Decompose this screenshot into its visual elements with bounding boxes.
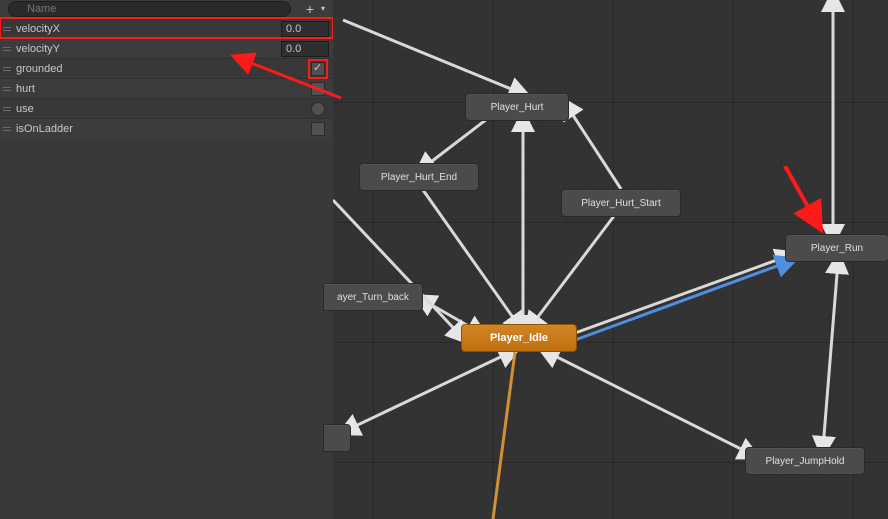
state-node-Player_Idle[interactable]: Player_Idle: [461, 324, 577, 352]
state-node-Player_JumpHold[interactable]: Player_JumpHold: [745, 447, 865, 475]
parameter-search-input[interactable]: [8, 1, 291, 17]
param-label[interactable]: hurt: [12, 83, 285, 95]
param-label[interactable]: isOnLadder: [12, 123, 285, 135]
state-node-unnamed_bottom[interactable]: [323, 424, 351, 452]
param-row-grounded[interactable]: grounded: [0, 58, 333, 78]
param-checkbox[interactable]: [311, 122, 325, 136]
state-node-label: Player_Hurt_Start: [581, 198, 660, 209]
state-node-label: Player_Hurt_End: [381, 172, 457, 183]
param-row-use[interactable]: use: [0, 98, 333, 118]
drag-handle-icon[interactable]: [0, 99, 12, 118]
drag-handle-icon[interactable]: [0, 119, 12, 138]
param-checkbox[interactable]: [311, 62, 325, 76]
state-node-label: Player_Run: [811, 243, 863, 254]
param-row-velocityY[interactable]: velocityY: [0, 38, 333, 58]
param-checkbox[interactable]: [311, 82, 325, 96]
add-parameter-button[interactable]: +: [299, 1, 321, 17]
param-float-input[interactable]: [281, 41, 329, 57]
param-row-isOnLadder[interactable]: isOnLadder: [0, 118, 333, 138]
drag-handle-icon[interactable]: [0, 19, 12, 38]
drag-handle-icon[interactable]: [0, 39, 12, 58]
param-trigger-radio[interactable]: [311, 102, 325, 116]
drag-handle-icon[interactable]: [0, 59, 12, 78]
param-float-input[interactable]: [281, 21, 329, 37]
state-node-Player_Run[interactable]: Player_Run: [785, 234, 888, 262]
parameters-panel: ⌕ + ▾ velocityX velocityY grounded hurt use i…: [0, 0, 333, 519]
add-parameter-dropdown[interactable]: ▾: [321, 1, 333, 17]
parameter-search-row: ⌕ + ▾: [0, 0, 333, 18]
state-node-label: Player_Hurt: [491, 102, 544, 113]
drag-handle-icon[interactable]: [0, 79, 12, 98]
animator-graph[interactable]: Player_Hurt Player_Hurt_End Player_Hurt_St…: [333, 0, 888, 519]
param-row-hurt[interactable]: hurt: [0, 78, 333, 98]
state-node-Player_Hurt[interactable]: Player_Hurt: [465, 93, 569, 121]
param-label[interactable]: use: [12, 103, 285, 115]
state-node-Player_Hurt_End[interactable]: Player_Hurt_End: [359, 163, 479, 191]
state-node-Player_Hurt_Start[interactable]: Player_Hurt_Start: [561, 189, 681, 217]
state-node-label: Player_JumpHold: [766, 456, 845, 467]
state-node-label: ayer_Turn_back: [337, 292, 409, 303]
param-label[interactable]: grounded: [12, 63, 285, 75]
param-row-velocityX[interactable]: velocityX: [0, 18, 333, 38]
state-node-Player_Turn_back[interactable]: ayer_Turn_back: [323, 283, 423, 311]
param-label[interactable]: velocityX: [12, 23, 281, 35]
state-node-label: Player_Idle: [490, 332, 548, 344]
param-label[interactable]: velocityY: [12, 43, 281, 55]
